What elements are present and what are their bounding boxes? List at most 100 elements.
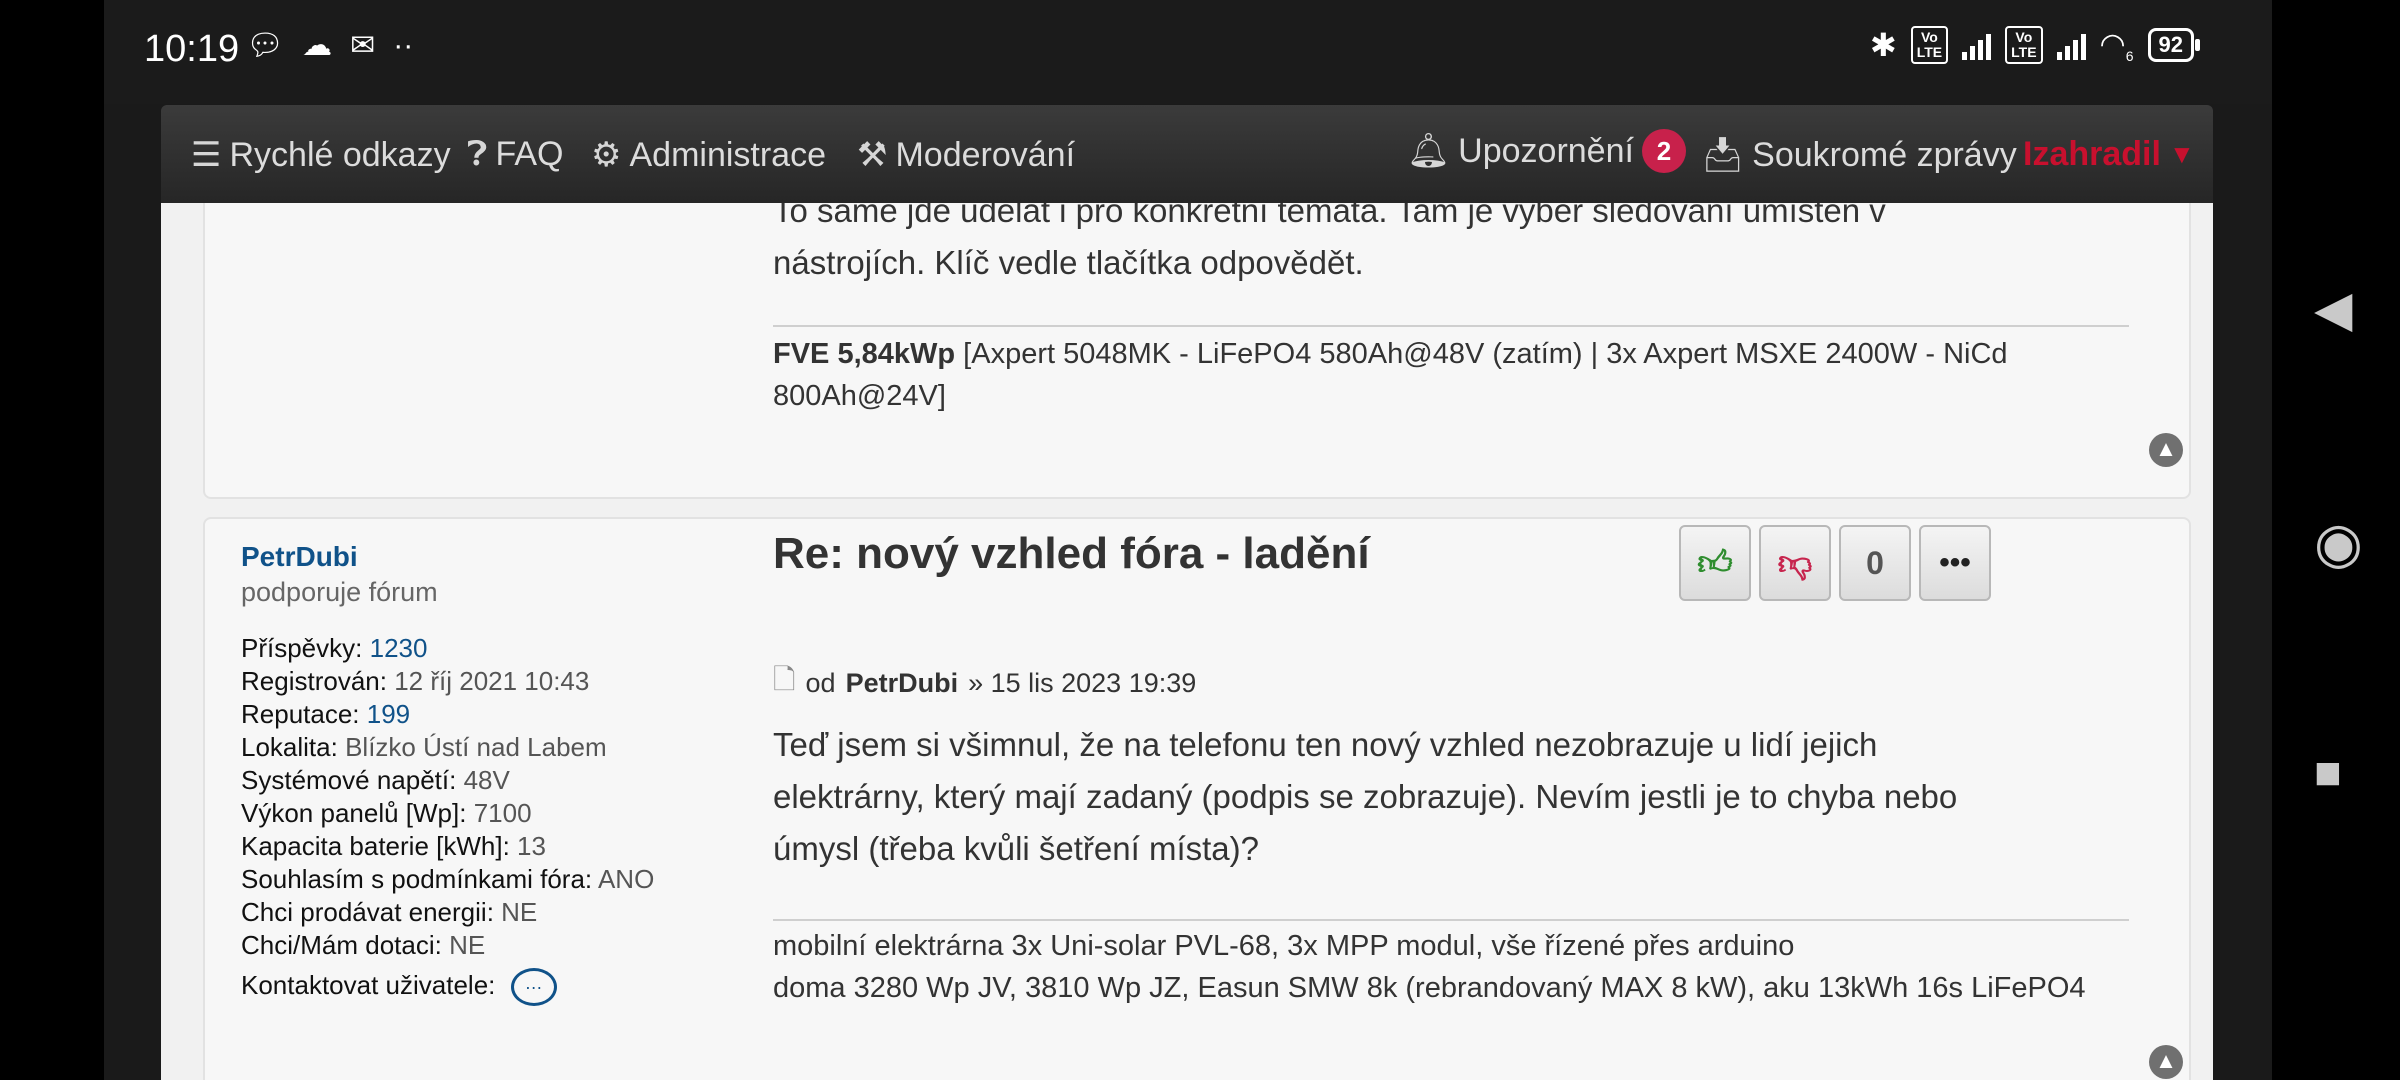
inbox-icon: 📥︎ bbox=[1701, 136, 1745, 174]
post-previous: To samé jde udělat i pro konkrétní témat… bbox=[203, 183, 2191, 499]
thumbs-down-button[interactable]: 👎︎ bbox=[1759, 525, 1831, 601]
signature-text: [Axpert 5048MK - LiFePO4 580Ah@48V (zatí… bbox=[773, 338, 2008, 412]
profile-field-value[interactable]: 199 bbox=[367, 699, 410, 729]
ellipsis-icon: ••• bbox=[1939, 546, 1971, 579]
back-icon[interactable]: ◀ bbox=[2314, 280, 2352, 338]
cloud-icon: ☁ bbox=[302, 29, 333, 62]
profile-field-label: Chci prodávat energii: bbox=[241, 897, 494, 927]
forum-page: ☰ Rychlé odkazy ❓︎ FAQ ⚙ Administrace ⚒ … bbox=[104, 104, 2272, 1080]
notifications-count-badge: 2 bbox=[1641, 129, 1686, 173]
meta-date: » 15 lis 2023 19:39 bbox=[968, 667, 1197, 698]
image-message-icon: ✉ bbox=[350, 29, 376, 62]
administration-label: Administrace bbox=[629, 135, 826, 174]
notifications-link[interactable]: 🔔︎ Upozornění 2 bbox=[1407, 129, 1686, 173]
thumbs-up-button[interactable]: 👍︎ bbox=[1679, 525, 1751, 601]
profile-field: Registrován: 12 říj 2021 10:43 bbox=[241, 665, 741, 698]
post-meta: 🗋︎ od PetrDubi » 15 lis 2023 19:39 bbox=[773, 659, 1196, 707]
profile-field-label: Reputace: bbox=[241, 699, 360, 729]
signature-line-2: doma 3280 Wp JV, 3810 Wp JZ, Easun SMW 8… bbox=[773, 972, 2086, 1004]
bell-icon: 🔔︎ bbox=[1407, 132, 1451, 170]
chat-bubble-icon[interactable]: … bbox=[510, 968, 557, 1006]
caret-down-icon: ▼ bbox=[2168, 139, 2195, 169]
profile-field-label: Systémové napětí: bbox=[241, 765, 457, 795]
dots-icon: ·· bbox=[393, 28, 414, 62]
profile-field: Příspěvky: 1230 bbox=[241, 632, 741, 665]
profile-field: Chci prodávat energii: NE bbox=[241, 896, 741, 929]
status-right-icons: ✱ Vo LTE Vo LTE ◠6 92 bbox=[1869, 26, 2201, 64]
profile-field-value: 12 říj 2021 10:43 bbox=[394, 666, 590, 696]
thumbs-down-icon: 👎︎ bbox=[1777, 543, 1813, 582]
thumbs-up-icon: 👍︎ bbox=[1697, 543, 1733, 582]
meta-prefix: od bbox=[805, 667, 836, 698]
file-icon[interactable]: 🗋︎ bbox=[773, 659, 796, 707]
profile-field: Lokalita: Blízko Ústí nad Labem bbox=[241, 731, 741, 764]
post-signature: FVE 5,84kWp [Axpert 5048MK - LiFePO4 580… bbox=[773, 333, 2129, 417]
profile-field: Kapacita baterie [kWh]: 13 bbox=[241, 830, 741, 863]
status-time: 10:19 bbox=[144, 28, 240, 70]
profile-field-value: 48V bbox=[463, 765, 510, 795]
profile-field: Chci/Mám dotaci: NE bbox=[241, 929, 741, 962]
profile-field: Reputace: 199 bbox=[241, 698, 741, 731]
user-menu[interactable]: Izahradil ▼ bbox=[2023, 135, 2195, 174]
profile-field-value: ANO bbox=[597, 864, 655, 894]
profile-field-label: Výkon panelů [Wp]: bbox=[241, 798, 467, 828]
gears-icon: ⚙ bbox=[591, 136, 622, 174]
moderation-link[interactable]: ⚒ Moderování bbox=[857, 135, 1075, 175]
profile-field-label: Příspěvky: bbox=[241, 633, 363, 663]
back-to-top-button[interactable]: ▲ bbox=[2149, 1045, 2183, 1079]
username-link: Izahradil bbox=[2023, 135, 2161, 173]
more-options-button[interactable]: ••• bbox=[1919, 525, 1991, 601]
moderation-label: Moderování bbox=[895, 135, 1076, 174]
profile-field-value: Blízko Ústí nad Labem bbox=[345, 732, 607, 762]
signal-icon bbox=[1962, 30, 1992, 60]
gavel-icon: ⚒ bbox=[857, 136, 888, 174]
quick-links-label: Rychlé odkazy bbox=[229, 135, 451, 174]
profile-field-value: 7100 bbox=[473, 798, 532, 828]
hamburger-icon: ☰ bbox=[191, 136, 222, 174]
battery-icon: 92 bbox=[2147, 28, 2201, 62]
profile-fields: Příspěvky: 1230 Registrován: 12 říj 2021 … bbox=[241, 632, 741, 962]
poster-name-link[interactable]: PetrDubi bbox=[241, 541, 741, 573]
notifications-label: Upozornění bbox=[1458, 131, 1634, 170]
signature-separator bbox=[773, 325, 2129, 327]
faq-label: FAQ bbox=[495, 135, 564, 173]
signature-separator bbox=[773, 919, 2129, 921]
profile-field: Systémové napětí: 48V bbox=[241, 764, 741, 797]
volte-icon: Vo LTE bbox=[1910, 26, 1949, 64]
back-to-top-button[interactable]: ▲ bbox=[2149, 433, 2183, 467]
post-title[interactable]: Re: nový vzhled fóra - ladění bbox=[773, 529, 1370, 579]
home-icon[interactable]: ◉ bbox=[2314, 510, 2363, 576]
status-left-icons: 💬︎ ☁ ✉ ·· bbox=[246, 28, 413, 63]
signature-bold: FVE 5,84kWp bbox=[773, 338, 956, 370]
poster-rank: podporuje fórum bbox=[241, 577, 438, 607]
android-navigation-bar: ◀ ◉ ■ bbox=[2272, 0, 2400, 1080]
profile-field-label: Lokalita: bbox=[241, 732, 338, 762]
profile-field-value: NE bbox=[449, 930, 486, 960]
faq-link[interactable]: ❓︎ FAQ bbox=[467, 135, 563, 174]
profile-field-label: Chci/Mám dotaci: bbox=[241, 930, 442, 960]
meta-author-link[interactable]: PetrDubi bbox=[846, 668, 959, 699]
private-messages-label: Soukromé zprávy bbox=[1752, 135, 2017, 174]
poster-profile: PetrDubi podporuje fórum Příspěvky: 1230… bbox=[241, 541, 741, 1006]
profile-field-value: 13 bbox=[517, 831, 546, 861]
quick-links-menu[interactable]: ☰ Rychlé odkazy bbox=[191, 135, 451, 175]
top-navbar: ☰ Rychlé odkazy ❓︎ FAQ ⚙ Administrace ⚒ … bbox=[161, 105, 2213, 203]
left-black-bezel bbox=[0, 0, 104, 1080]
profile-field-label: Kapacita baterie [kWh]: bbox=[241, 831, 510, 861]
post-petrdubi: PetrDubi podporuje fórum Příspěvky: 1230… bbox=[203, 517, 2191, 1080]
profile-field-label: Souhlasím s podmínkami fóra: bbox=[241, 864, 593, 894]
vote-count: 0 bbox=[1839, 525, 1911, 601]
profile-field-value[interactable]: 1230 bbox=[370, 633, 428, 663]
signal-icon bbox=[2056, 30, 2086, 60]
private-messages-link[interactable]: 📥︎ Soukromé zprávy bbox=[1701, 135, 2017, 175]
signature-line-1: mobilní elektrárna 3x Uni-solar PVL-68, … bbox=[773, 930, 1795, 962]
profile-field-value: NE bbox=[501, 897, 538, 927]
post-body: Teď jsem si všimnul, že na telefonu ten … bbox=[773, 726, 1958, 867]
recents-icon[interactable]: ■ bbox=[2314, 745, 2342, 799]
profile-field: Výkon panelů [Wp]: 7100 bbox=[241, 797, 741, 830]
profile-field: Souhlasím s podmínkami fóra: ANO bbox=[241, 863, 741, 896]
administration-link[interactable]: ⚙ Administrace bbox=[591, 135, 826, 175]
bluetooth-icon: ✱ bbox=[1869, 27, 1897, 63]
post-signature: mobilní elektrárna 3x Uni-solar PVL-68, … bbox=[773, 925, 2129, 1009]
volte-icon: Vo LTE bbox=[2005, 26, 2043, 64]
